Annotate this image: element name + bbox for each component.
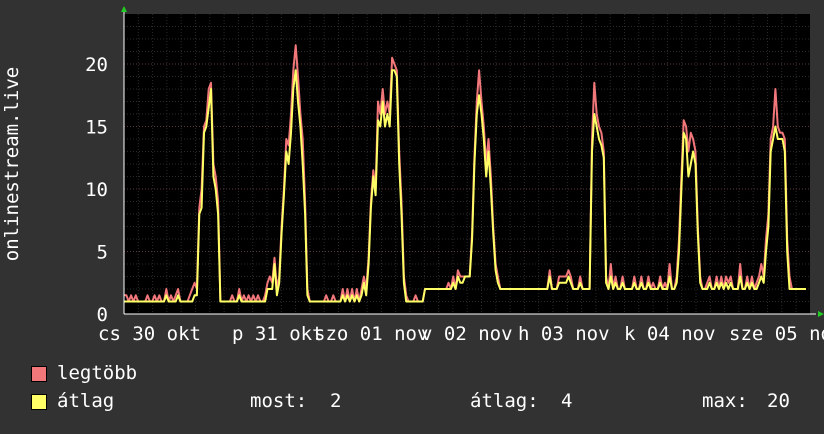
x-tick-label: szo 01 nov [314,323,428,345]
y-tick-label: 5 [97,242,108,264]
x-tick-label: h 03 nov [518,323,610,345]
stat-now-label: most: [250,390,308,412]
chart-root: 0 5 10 15 20 onlinestream.live cs 30 okt p 31 o… [0,0,824,430]
stat-now-value: 2 [330,390,342,412]
x-tick-label: sze 05 nov [729,323,824,345]
stat-max-label: max: [702,390,748,412]
x-tick-label: k 04 nov [624,323,716,345]
y-tick-label: 10 [85,179,108,201]
stat-max-value: 20 [767,390,790,412]
legend-swatch-max [31,366,47,382]
y-tick-label: 20 [85,54,108,76]
y-tick-label: 15 [85,117,108,139]
legend-label-avg: átlag [57,390,115,412]
y-axis-label: onlinestream.live [1,67,23,261]
y-axis-arrow [121,6,127,12]
x-tick-label: v 02 nov [421,323,513,345]
x-axis-arrow [818,311,824,317]
legend-swatch-avg [31,394,47,410]
stat-avg-label: átlag: [470,390,539,412]
legend-label-max: legtöbb [57,362,138,384]
stat-avg-value: 4 [561,390,573,412]
x-tick-label: cs 30 okt [98,323,201,345]
x-tick-label: p 31 okt [232,323,324,345]
